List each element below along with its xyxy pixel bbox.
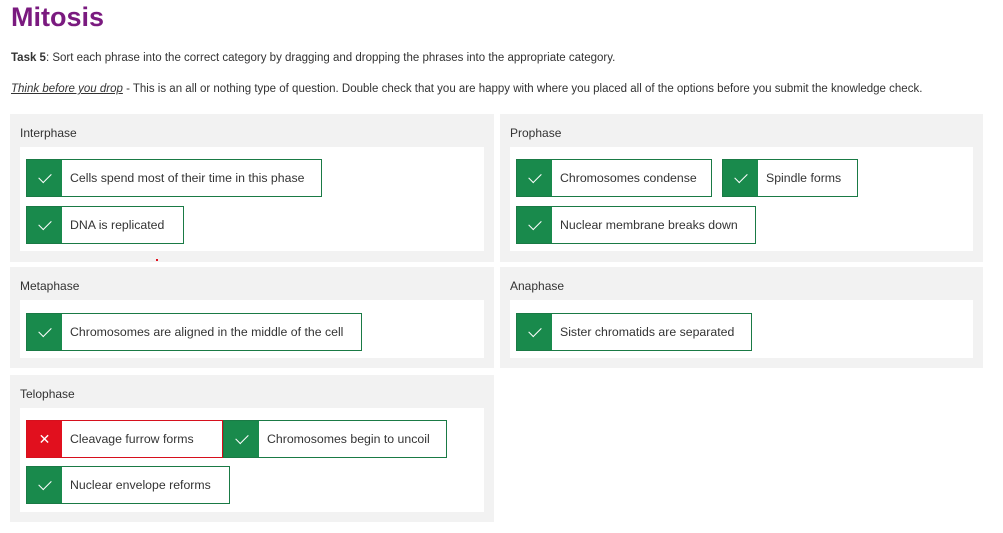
check-icon [517, 314, 552, 350]
dropzone-metaphase[interactable]: Chromosomes are aligned in the middle of… [20, 300, 484, 358]
dropzone-prophase[interactable]: Chromosomes condense Spindle forms Nucle… [510, 147, 973, 251]
check-icon [723, 160, 758, 196]
category-anaphase: Anaphase Sister chromatids are separated [500, 267, 983, 368]
check-icon [27, 160, 62, 196]
draggable-phrase[interactable]: Chromosomes are aligned in the middle of… [26, 313, 362, 351]
check-icon [224, 421, 259, 457]
phrase-text: Chromosomes are aligned in the middle of… [70, 325, 344, 339]
phrase-text: Chromosomes condense [560, 171, 697, 185]
phrase-text: Spindle forms [766, 171, 842, 185]
check-icon [27, 314, 62, 350]
phrase-text: DNA is replicated [70, 218, 165, 232]
phrase-text: Chromosomes begin to uncoil [267, 432, 430, 446]
warning-emphasis: Think before you drop [11, 83, 123, 95]
category-label-interphase: Interphase [20, 126, 77, 140]
check-icon [517, 207, 552, 243]
draggable-phrase[interactable]: Chromosomes condense [516, 159, 712, 197]
draggable-phrase[interactable]: Nuclear envelope reforms [26, 466, 230, 504]
draggable-phrase[interactable]: Chromosomes begin to uncoil [223, 420, 447, 458]
check-icon [27, 207, 62, 243]
cross-icon: ✕ [27, 421, 62, 457]
check-icon [517, 160, 552, 196]
check-icon [27, 467, 62, 503]
phrase-text: Nuclear membrane breaks down [560, 218, 738, 232]
category-metaphase: Metaphase Chromosomes are aligned in the… [10, 267, 494, 368]
draggable-phrase[interactable]: Nuclear membrane breaks down [516, 206, 756, 244]
draggable-phrase[interactable]: DNA is replicated [26, 206, 184, 244]
page-title: Mitosis [11, 2, 105, 32]
draggable-phrase[interactable]: Sister chromatids are separated [516, 313, 752, 351]
phrase-text: Cells spend most of their time in this p… [70, 171, 305, 185]
task-label: Task 5 [11, 52, 46, 64]
task-text: : Sort each phrase into the correct cate… [45, 52, 616, 64]
dropzone-interphase[interactable]: Cells spend most of their time in this p… [20, 147, 484, 251]
warning-note: Think before you drop - This is an all o… [11, 83, 922, 95]
category-label-anaphase: Anaphase [510, 279, 565, 293]
category-label-metaphase: Metaphase [20, 279, 80, 293]
category-label-telophase: Telophase [20, 387, 75, 401]
draggable-phrase[interactable]: Spindle forms [722, 159, 858, 197]
draggable-phrase[interactable]: ✕ Cleavage furrow forms [26, 420, 223, 458]
category-interphase: Interphase Cells spend most of their tim… [10, 114, 494, 262]
dropzone-telophase[interactable]: ✕ Cleavage furrow forms Chromosomes begi… [20, 408, 484, 512]
task-instructions: Task 5: Sort each phrase into the correc… [11, 52, 615, 64]
phrase-text: Sister chromatids are separated [560, 325, 735, 339]
warning-text: - This is an all or nothing type of ques… [122, 83, 923, 95]
category-prophase: Prophase Chromosomes condense Spindle fo… [500, 114, 983, 262]
draggable-phrase[interactable]: Cells spend most of their time in this p… [26, 159, 322, 197]
phrase-text: Nuclear envelope reforms [70, 478, 211, 492]
category-telophase: Telophase ✕ Cleavage furrow forms Chromo… [10, 375, 494, 522]
phrase-text: Cleavage furrow forms [70, 432, 194, 446]
category-label-prophase: Prophase [510, 126, 562, 140]
stray-mark [156, 259, 158, 261]
dropzone-anaphase[interactable]: Sister chromatids are separated [510, 300, 973, 358]
